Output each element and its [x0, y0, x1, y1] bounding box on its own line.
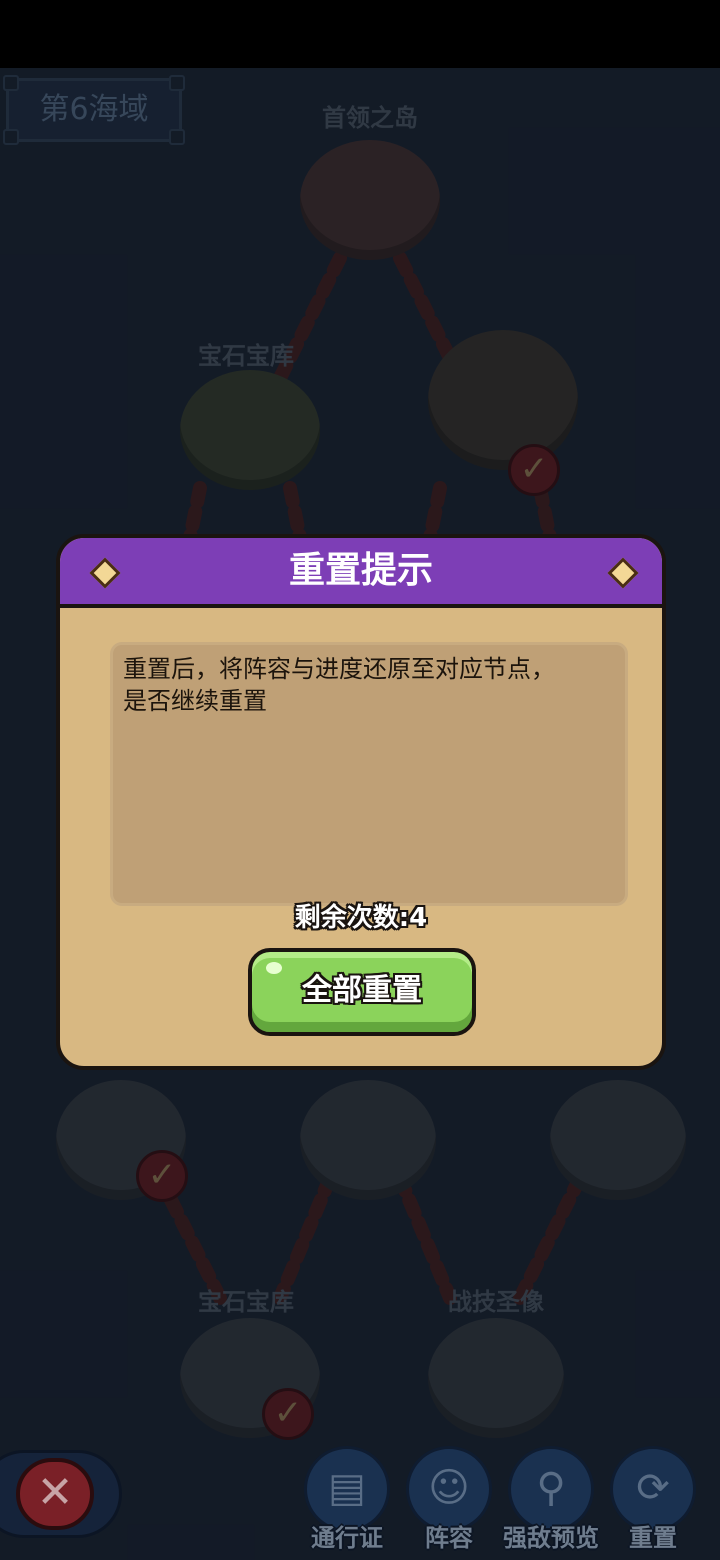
reset-all-button[interactable]: 全部重置: [248, 948, 476, 1036]
reset-all-label: 全部重置: [302, 973, 422, 1008]
enemy-preview-button[interactable]: ⚲ 强敌预览: [503, 1446, 599, 1554]
passport-icon: ▤: [328, 1465, 366, 1511]
status-bar: [0, 0, 720, 68]
dialog-title: 重置提示: [288, 550, 433, 591]
passport-button[interactable]: ▤ 通行证: [302, 1446, 392, 1554]
reset-label: 重置: [629, 1524, 677, 1552]
message-box: 重置后，将阵容与进度还原至对应节点， 是否继续重置: [110, 642, 628, 906]
lineup-icon: ☺: [428, 1465, 470, 1511]
dialog-header: 重置提示: [60, 538, 662, 608]
remaining-count: 剩余次数:4: [294, 903, 428, 933]
enemy-preview-label: 强敌预览: [503, 1524, 599, 1552]
button-shine: [266, 962, 282, 974]
lineup-button[interactable]: ☺ 阵容: [404, 1446, 494, 1554]
close-icon: ✕: [36, 1467, 74, 1518]
reset-icon: ⟳: [636, 1465, 670, 1511]
reset-dialog: 重置提示 重置后，将阵容与进度还原至对应节点， 是否继续重置 剩余次数:4 全部…: [56, 534, 666, 1070]
message-line: 重置后，将阵容与进度还原至对应节点，: [123, 655, 555, 683]
close-button[interactable]: ✕: [16, 1458, 94, 1530]
lineup-label: 阵容: [425, 1524, 473, 1552]
magnifier-icon: ⚲: [536, 1465, 566, 1511]
passport-label: 通行证: [311, 1524, 383, 1552]
message-line: 是否继续重置: [123, 687, 267, 715]
reset-button[interactable]: ⟳ 重置: [608, 1446, 698, 1554]
